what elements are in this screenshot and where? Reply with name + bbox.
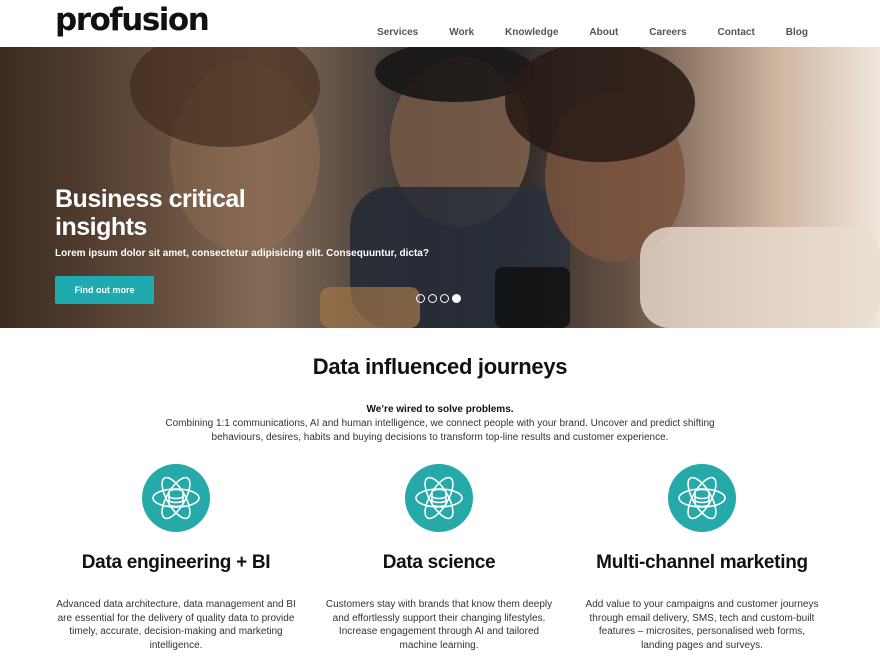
nav-item-careers[interactable]: Careers (649, 27, 686, 38)
nav-item-services[interactable]: Services (377, 27, 418, 38)
main-nav: Services Work Knowledge About Careers Co… (346, 27, 808, 38)
feature-description: Customers stay with brands that know the… (325, 599, 553, 651)
find-out-more-button[interactable]: Find out more (55, 276, 154, 304)
feature-title: Data science (382, 552, 496, 573)
carousel-dot-4[interactable] (452, 294, 461, 303)
carousel-dot-3[interactable] (440, 294, 449, 303)
feature-description: Advanced data architecture, data managem… (56, 599, 296, 651)
section-description: Combining 1:1 communications, AI and hum… (165, 418, 715, 443)
feature-data-science: Data science Customers stay with brands … (304, 464, 574, 652)
section-title: Data influenced journeys (312, 354, 568, 379)
site-header: profusion Services Work Knowledge About … (0, 0, 880, 47)
hero-banner: Business critical insights Lorem ipsum d… (0, 47, 880, 328)
hero-title: Business critical insights (55, 185, 246, 241)
nav-item-blog[interactable]: Blog (786, 27, 808, 38)
nav-item-knowledge[interactable]: Knowledge (505, 27, 558, 38)
feature-multi-channel-marketing: Multi-channel marketing Add value to you… (567, 464, 837, 652)
nav-item-contact[interactable]: Contact (718, 27, 755, 38)
carousel-dots (416, 294, 461, 303)
feature-title: Multi-channel marketing (596, 552, 808, 573)
section-tagline: We’re wired to solve problems. (366, 404, 514, 415)
feature-description: Add value to your campaigns and customer… (585, 599, 819, 651)
database-atom-icon (668, 464, 736, 532)
database-atom-icon (142, 464, 210, 532)
nav-item-work[interactable]: Work (449, 27, 474, 38)
feature-title: Data engineering + BI (81, 552, 271, 573)
carousel-dot-1[interactable] (416, 294, 425, 303)
logo[interactable]: profusion (55, 2, 210, 38)
feature-data-engineering: Data engineering + BI Advanced data arch… (41, 464, 311, 652)
database-atom-icon (405, 464, 473, 532)
nav-item-about[interactable]: About (589, 27, 618, 38)
hero-subtitle: Lorem ipsum dolor sit amet, consectetur … (55, 248, 429, 259)
carousel-dot-2[interactable] (428, 294, 437, 303)
